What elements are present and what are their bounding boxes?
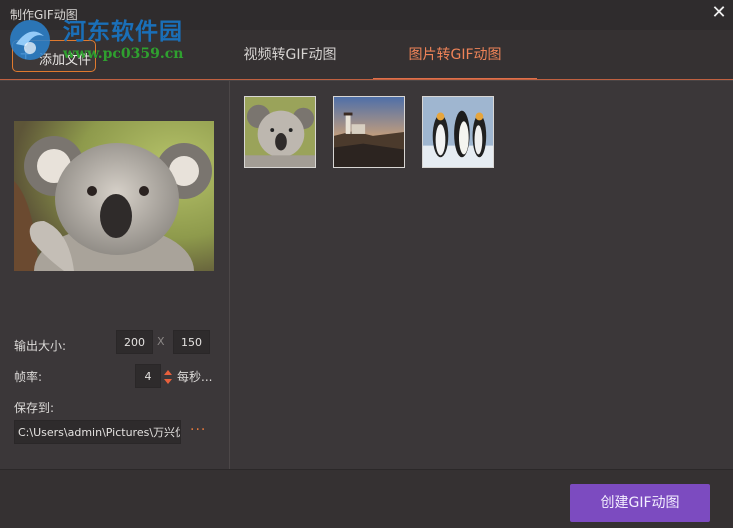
frame-rate-input[interactable]: 4 bbox=[135, 364, 161, 388]
frame-rate-unit: 每秒... bbox=[177, 370, 213, 384]
size-separator: X bbox=[157, 335, 165, 348]
output-size-label: 输出大小: bbox=[14, 339, 67, 353]
save-to-label: 保存到: bbox=[14, 401, 55, 415]
width-input[interactable]: 200 bbox=[116, 330, 153, 354]
add-file-label: 添加文件 bbox=[39, 53, 92, 68]
add-file-button[interactable]: + 添加文件 bbox=[12, 40, 96, 72]
tab-video-to-gif[interactable]: 视频转GIF动图 bbox=[208, 30, 372, 80]
preview-image bbox=[14, 121, 214, 271]
frame-rate-label: 帧率: bbox=[14, 370, 43, 384]
stepper-arrows-icon[interactable] bbox=[162, 368, 174, 386]
plus-icon: + bbox=[19, 44, 33, 63]
browse-button[interactable]: ··· bbox=[190, 422, 206, 438]
create-gif-button[interactable]: 创建GIF动图 bbox=[570, 484, 710, 522]
tab-divider bbox=[0, 79, 733, 80]
thumbnail-penguins[interactable] bbox=[422, 96, 494, 168]
tab-image-to-gif[interactable]: 图片转GIF动图 bbox=[373, 30, 537, 80]
window-title: 制作GIF动图 bbox=[10, 8, 78, 22]
save-path-field[interactable]: C:\Users\admin\Pictures\万兴优 bbox=[14, 420, 181, 444]
settings-panel: 输出大小: 200 X 150 帧率: 4 每秒... 保存到: C:\User… bbox=[0, 81, 230, 469]
thumbnail-koala[interactable] bbox=[244, 96, 316, 168]
image-list-panel bbox=[230, 81, 733, 469]
footer-bar: 创建GIF动图 bbox=[0, 469, 733, 528]
height-input[interactable]: 150 bbox=[173, 330, 210, 354]
title-bar: 制作GIF动图 ✕ bbox=[0, 0, 733, 30]
close-icon[interactable]: ✕ bbox=[709, 3, 729, 23]
thumbnail-lighthouse[interactable] bbox=[333, 96, 405, 168]
